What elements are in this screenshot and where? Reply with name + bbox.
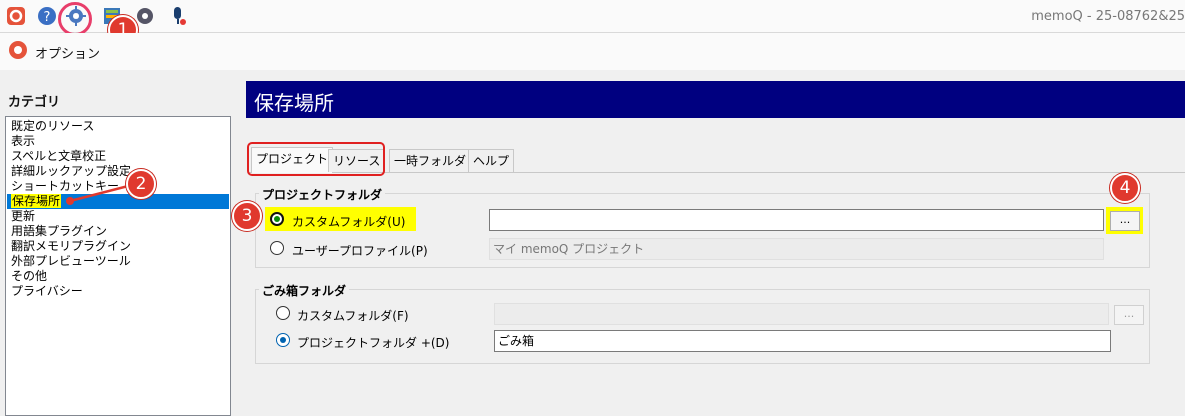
trash-project-input[interactable]: ごみ箱 xyxy=(494,330,1111,352)
section-title: 保存場所 xyxy=(254,91,334,115)
custom-folder-input[interactable] xyxy=(489,209,1104,231)
callout-3: 3 xyxy=(232,201,262,231)
user-profile-input: マイ memoQ プロジェクト xyxy=(489,238,1104,260)
category-item-label: 保存場所 xyxy=(11,194,62,208)
category-item[interactable]: 用語集プラグイン xyxy=(7,224,229,239)
category-item[interactable]: 更新 xyxy=(7,209,229,224)
dialog-logo-icon xyxy=(9,41,27,59)
callout-2: 2 xyxy=(126,169,156,199)
user-profile-radio[interactable] xyxy=(270,241,284,255)
category-label: カテゴリ xyxy=(8,95,61,110)
tab-strip-base xyxy=(248,172,1185,173)
memoq-logo-icon[interactable] xyxy=(6,6,26,26)
trash-custom-label: カスタムフォルダ(F) xyxy=(297,309,409,323)
tab-help[interactable]: ヘルプ xyxy=(468,149,515,172)
tab-temp-folder[interactable]: 一時フォルダ xyxy=(389,149,472,172)
category-item[interactable]: プライバシー xyxy=(7,284,229,299)
user-profile-label: ユーザープロファイル(P) xyxy=(292,244,428,258)
trash-custom-radio[interactable] xyxy=(276,306,290,320)
category-item[interactable]: 外部プレビューツール xyxy=(7,254,229,269)
help-icon[interactable]: ? xyxy=(37,6,57,26)
category-list[interactable]: 既定のリソース 表示 スペルと文章校正 詳細ルックアップ設定 ショートカットキー… xyxy=(5,116,231,416)
microphone-icon[interactable] xyxy=(168,6,188,26)
category-item[interactable]: その他 xyxy=(7,269,229,284)
trash-project-label: プロジェクトフォルダ +(D) xyxy=(297,336,450,350)
section-header: 保存場所 xyxy=(246,81,1185,118)
category-item[interactable]: 翻訳メモリプラグイン xyxy=(7,239,229,254)
app-title: memoQ - 25-08762&25 xyxy=(1031,9,1185,24)
tabs-highlight-box xyxy=(247,142,385,176)
dialog-title: オプション xyxy=(35,47,101,62)
dialog-titlebar: オプション xyxy=(0,33,1185,70)
trash-folder-group xyxy=(255,289,1150,364)
trash-folder-label: ごみ箱フォルダ xyxy=(259,282,350,299)
category-item[interactable]: 既定のリソース xyxy=(7,119,229,134)
settings-gear-icon[interactable] xyxy=(135,6,155,26)
svg-text:?: ? xyxy=(44,10,51,25)
callout-4: 4 xyxy=(1110,173,1140,203)
project-folder-label: プロジェクトフォルダ xyxy=(259,186,386,203)
custom-folder-radio[interactable] xyxy=(270,212,284,226)
trash-browse-button: ... xyxy=(1114,305,1144,325)
custom-folder-label: カスタムフォルダ(U) xyxy=(292,215,406,229)
browse-button[interactable]: ... xyxy=(1110,211,1140,231)
category-item[interactable]: スペルと文章校正 xyxy=(7,149,229,164)
toolbar: ? memoQ - 25-08762&25 xyxy=(0,0,1185,33)
category-item[interactable]: 表示 xyxy=(7,134,229,149)
highlight-ring xyxy=(58,2,92,36)
trash-custom-input xyxy=(494,303,1109,325)
trash-project-radio[interactable] xyxy=(276,333,290,347)
